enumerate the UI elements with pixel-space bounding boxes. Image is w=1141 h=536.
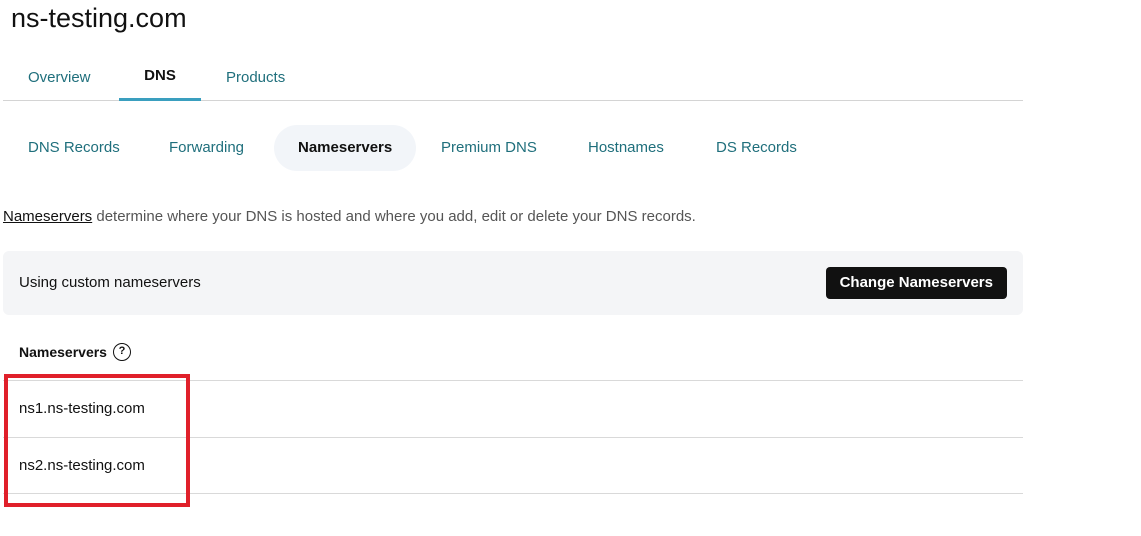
top-tabs: Overview DNS Products xyxy=(3,56,1023,101)
nameserver-status-text: Using custom nameservers xyxy=(19,274,201,291)
nameserver-row: ns2.ns-testing.com xyxy=(3,437,1023,494)
help-icon[interactable]: ? xyxy=(112,343,131,361)
nameservers-help-link[interactable]: Nameservers xyxy=(3,208,92,225)
page: ns-testing.com Overview DNS Products DNS… xyxy=(0,0,1141,536)
change-nameservers-button[interactable]: Change Nameservers xyxy=(825,267,1007,299)
nameserver-row: ns1.ns-testing.com xyxy=(3,380,1023,437)
dns-sub-tabs: DNS Records Forwarding Nameservers Premi… xyxy=(3,125,1023,171)
subtab-forwarding[interactable]: Forwarding xyxy=(169,125,244,171)
domain-title: ns-testing.com xyxy=(11,3,187,33)
nameservers-list-header: Nameservers ? xyxy=(19,341,131,363)
description-text: determine where your DNS is hosted and w… xyxy=(92,208,696,225)
subtab-nameservers[interactable]: Nameservers xyxy=(274,125,417,171)
tab-products[interactable]: Products xyxy=(213,56,303,101)
tab-overview[interactable]: Overview xyxy=(11,56,111,101)
nameserver-status-panel: Using custom nameservers Change Nameserv… xyxy=(3,251,1023,315)
subtab-premium-dns[interactable]: Premium DNS xyxy=(441,125,537,171)
subtab-dns-records[interactable]: DNS Records xyxy=(28,125,120,171)
nameservers-header-label: Nameservers xyxy=(19,344,107,360)
subtab-ds-records[interactable]: DS Records xyxy=(716,125,797,171)
tab-dns[interactable]: DNS xyxy=(119,56,201,101)
nameservers-description: Nameservers determine where your DNS is … xyxy=(3,207,696,227)
nameservers-list: ns1.ns-testing.com ns2.ns-testing.com xyxy=(3,380,1023,494)
subtab-hostnames[interactable]: Hostnames xyxy=(588,125,664,171)
